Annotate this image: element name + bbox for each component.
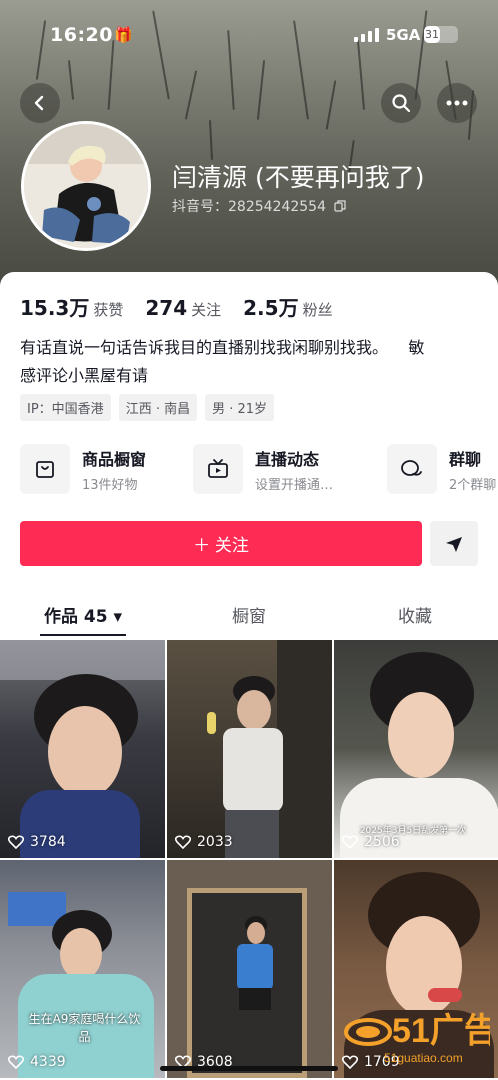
profile-nickname: 闫清源 (不要再问我了) <box>172 163 425 192</box>
content-tabs: 作品 45 ▾ 橱窗 收藏 <box>0 592 498 636</box>
group-chat-subtitle: 2个群聊 <box>449 478 497 493</box>
live-updates-entry[interactable]: 直播动态 设置开播通… <box>193 444 373 496</box>
bio-line: 感评论小黑屋有请 <box>20 366 149 385</box>
copy-icon[interactable] <box>334 200 347 212</box>
following-count[interactable]: 274 <box>145 296 187 320</box>
network-type: 5GA <box>386 26 421 44</box>
active-tab-indicator <box>40 634 126 636</box>
ip-location-tag: IP：中国香港 <box>20 394 111 421</box>
status-time: 16:20 <box>50 24 113 46</box>
tab-favorites[interactable]: 收藏 <box>332 602 498 627</box>
avatar-image <box>24 124 148 248</box>
douyin-id[interactable]: 抖音号：28254242554 <box>172 196 347 216</box>
heart-icon <box>342 835 358 849</box>
home-indicator <box>160 1066 338 1071</box>
group-chat-title: 群聊 <box>449 450 482 469</box>
live-updates-subtitle: 设置开播通… <box>255 478 334 493</box>
svg-text:51广告: 51广告 <box>392 1012 490 1050</box>
bag-icon <box>20 444 70 494</box>
gift-icon: 🎁 <box>114 26 133 44</box>
send-icon <box>446 536 462 552</box>
video-likes-count: 2033 <box>197 834 233 850</box>
douyin-id-text: 抖音号：28254242554 <box>172 199 326 215</box>
signal-icon <box>354 28 380 42</box>
followers-count[interactable]: 2.5万 <box>243 296 298 320</box>
group-chat-entry[interactable]: 群聊 2个群聊 <box>387 444 498 496</box>
profile-stats: 15.3万 获赞 274 关注 2.5万 粉丝 <box>20 292 355 321</box>
chat-icon <box>387 444 437 494</box>
video-caption-line: 生在A9家庭喝什么饮 <box>28 1012 141 1026</box>
video-likes: 2033 <box>175 834 233 850</box>
profile-tags: IP：中国香港 江西 · 南昌 男 · 21岁 <box>20 394 275 421</box>
battery-icon: 31 <box>424 26 458 43</box>
video-likes-count: 4339 <box>30 1054 66 1070</box>
more-icon <box>446 100 468 106</box>
tab-works[interactable]: 作品 45 ▾ <box>0 602 166 627</box>
more-button[interactable] <box>437 83 477 123</box>
watermark-logo: 51广告 51guatiao.com <box>344 1012 498 1065</box>
svg-text:51guatiao.com: 51guatiao.com <box>384 1051 463 1065</box>
video-caption-line: 品 <box>78 1030 91 1044</box>
follow-button[interactable]: ＋ 关注 <box>20 521 422 566</box>
video-thumbnail[interactable]: 3608 <box>167 860 332 1078</box>
back-button[interactable] <box>20 83 60 123</box>
heart-icon <box>8 1055 24 1069</box>
video-likes: 2506 <box>342 834 400 850</box>
video-thumbnail[interactable]: 3784 <box>0 640 165 858</box>
video-likes: 4339 <box>8 1054 66 1070</box>
video-likes-count: 3784 <box>30 834 66 850</box>
shop-window-entry[interactable]: 商品橱窗 13件好物 <box>20 444 190 496</box>
live-updates-title: 直播动态 <box>255 450 320 469</box>
likes-label: 获赞 <box>93 301 124 319</box>
following-label[interactable]: 关注 <box>191 301 221 319</box>
video-thumbnail[interactable]: 2025年3月5日乱发第一次 2506 <box>334 640 498 858</box>
video-likes: 3784 <box>8 834 66 850</box>
shop-window-subtitle: 13件好物 <box>82 478 138 493</box>
bio-line: 有话直说一句话告诉我目的直播别找我闲聊别找我。 敏 <box>20 338 425 357</box>
tv-icon <box>193 444 243 494</box>
search-button[interactable] <box>381 83 421 123</box>
video-caption: 生在A9家庭喝什么饮 品 <box>12 1010 157 1046</box>
chevron-left-icon <box>34 95 44 111</box>
gender-age-tag: 男 · 21岁 <box>205 394 275 421</box>
avatar[interactable] <box>21 121 151 251</box>
site-watermark: 51广告 51guatiao.com <box>340 1002 498 1068</box>
profile-bio: 有话直说一句话告诉我目的直播别找我闲聊别找我。 敏 感评论小黑屋有请 <box>20 334 482 390</box>
video-thumbnail[interactable]: 2033 <box>167 640 332 858</box>
battery-level: 31 <box>424 26 440 43</box>
shop-window-title: 商品橱窗 <box>82 450 147 469</box>
status-bar: 16:20 🎁 5GA 31 <box>0 22 498 52</box>
likes-count: 15.3万 <box>20 296 90 320</box>
search-icon <box>392 94 411 113</box>
heart-icon <box>175 835 191 849</box>
tab-shop-window[interactable]: 橱窗 <box>166 602 332 627</box>
region-tag: 江西 · 南昌 <box>118 394 198 421</box>
video-likes-count: 2506 <box>364 834 400 850</box>
share-button[interactable] <box>430 521 478 566</box>
heart-icon <box>8 835 24 849</box>
video-thumbnail[interactable]: 生在A9家庭喝什么饮 品 4339 <box>0 860 165 1078</box>
followers-label[interactable]: 粉丝 <box>303 301 333 319</box>
